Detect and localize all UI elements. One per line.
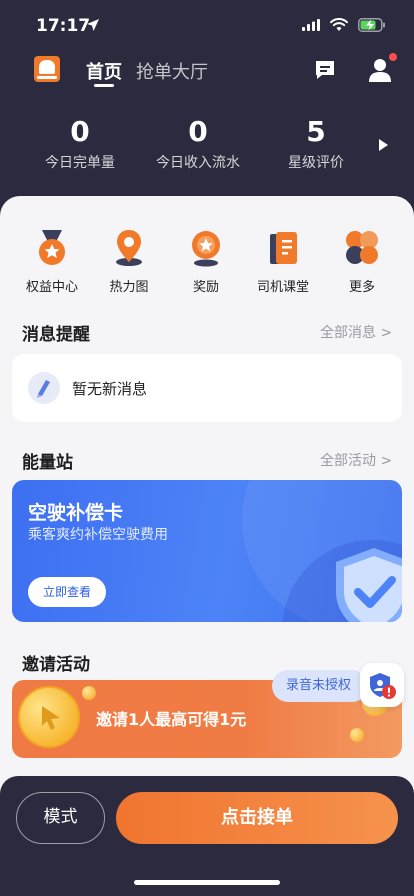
tab-active-indicator [94, 84, 114, 87]
user-profile-icon[interactable] [368, 57, 392, 83]
play-arrow-icon[interactable] [379, 139, 388, 151]
invite-banner-text: 邀请1人最高可得1元 [96, 710, 247, 729]
stats-row: 0 今日完单量 0 今日收入流水 5 星级评价 [0, 116, 414, 176]
stat-income[interactable]: 0 今日收入流水 [138, 116, 258, 172]
top-nav: 首页 抢单大厅 [0, 52, 414, 92]
message-card[interactable]: 暂无新消息 [12, 354, 402, 422]
stat-label: 今日完单量 [45, 155, 115, 171]
coin-icon [18, 686, 80, 748]
stat-label: 今日收入流水 [156, 155, 240, 171]
quick-action-label: 更多 [348, 280, 375, 295]
cellular-signal-icon [302, 19, 320, 31]
quick-action-more[interactable]: 更多 [327, 228, 397, 295]
quick-action-label: 奖励 [192, 280, 219, 295]
recording-unauthorized-pill[interactable]: 录音未授权 [272, 670, 368, 702]
more-icon [342, 228, 382, 268]
stat-orders[interactable]: 0 今日完单量 [20, 116, 140, 172]
promo-subtitle: 乘客爽约补偿空驶费用 [28, 527, 168, 543]
home-indicator[interactable] [134, 880, 280, 885]
status-bar: 17:17 [0, 0, 414, 50]
award-icon [186, 228, 226, 268]
battery-charging-icon [358, 18, 385, 32]
promo-title: 空驶补偿卡 [28, 502, 124, 524]
quick-action-rewards[interactable]: 奖励 [171, 228, 241, 295]
quick-action-benefits[interactable]: 权益中心 [17, 228, 87, 295]
recording-shield-badge[interactable] [360, 663, 404, 707]
accept-orders-button[interactable]: 点击接单 [116, 792, 398, 844]
coin-icon [350, 728, 364, 742]
book-icon [263, 228, 303, 268]
messages-title: 消息提醒 [22, 325, 90, 345]
quick-action-label: 司机课堂 [256, 280, 309, 295]
stat-value: 0 [188, 115, 208, 148]
tab-order-hall[interactable]: 抢单大厅 [136, 58, 208, 84]
coin-icon [82, 686, 96, 700]
all-activities-link[interactable]: 全部活动 > [320, 450, 392, 470]
shield-alert-icon [370, 673, 396, 699]
status-time: 17:17 [36, 16, 91, 36]
quick-action-heatmap[interactable]: 热力图 [94, 228, 164, 295]
map-pin-icon [109, 228, 149, 268]
invite-title: 邀请活动 [22, 655, 90, 675]
location-arrow-icon [87, 19, 99, 31]
message-empty-icon [28, 372, 60, 404]
view-now-button[interactable]: 立即查看 [28, 577, 106, 607]
notification-dot [389, 53, 397, 61]
tab-home[interactable]: 首页 [86, 58, 122, 84]
quick-action-label: 热力图 [109, 280, 149, 295]
app-logo [34, 56, 60, 82]
stat-rating[interactable]: 5 星级评价 [256, 116, 376, 172]
mode-button[interactable]: 模式 [16, 792, 105, 844]
message-icon[interactable] [313, 58, 337, 82]
shield-check-icon [336, 548, 402, 622]
stat-label: 星级评价 [288, 155, 344, 171]
compensation-card[interactable]: 空驶补偿卡 乘客爽约补偿空驶费用 立即查看 [12, 480, 402, 622]
stat-value: 5 [306, 115, 326, 148]
quick-action-label: 权益中心 [25, 280, 78, 295]
all-messages-link[interactable]: 全部消息 > [320, 322, 392, 342]
stat-value: 0 [70, 115, 90, 148]
message-empty-text: 暂无新消息 [72, 380, 148, 398]
wifi-icon [330, 18, 348, 31]
energy-title: 能量站 [22, 453, 73, 473]
quick-action-driver-class[interactable]: 司机课堂 [248, 228, 318, 295]
medal-icon [32, 228, 72, 268]
